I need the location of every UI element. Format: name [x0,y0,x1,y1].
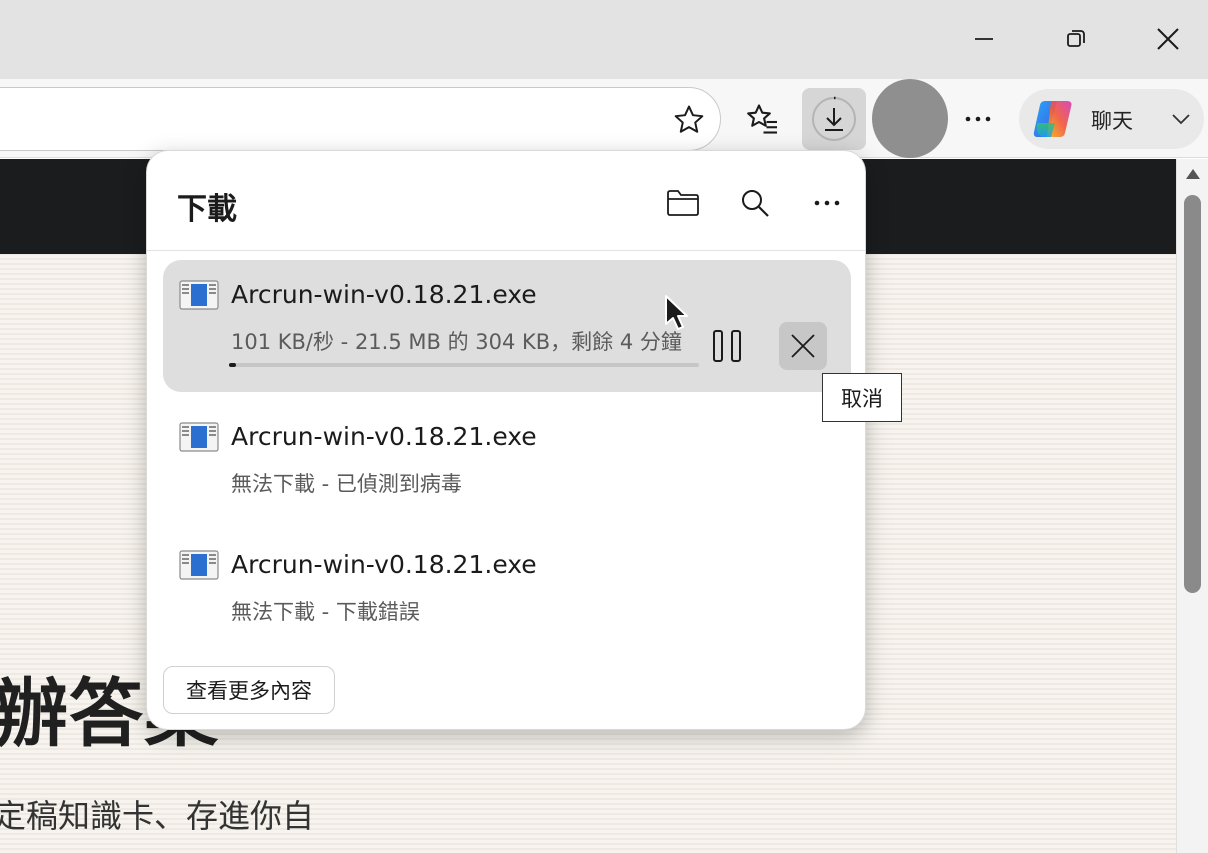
copilot-label: 聊天 [1091,109,1133,133]
star-icon [674,105,704,133]
download-status: 無法下載 - 下載錯誤 [231,600,420,624]
profile-avatar[interactable] [872,79,948,158]
download-file-name[interactable]: Arcrun-win-v0.18.21.exe [231,550,537,579]
favorite-star-button[interactable] [671,102,707,138]
download-file-name[interactable]: Arcrun-win-v0.18.21.exe [231,280,537,309]
search-downloads-button[interactable] [733,181,777,225]
download-file-name[interactable]: Arcrun-win-v0.18.21.exe [231,422,537,451]
copilot-icon [1033,101,1072,137]
more-horizontal-icon [814,200,840,206]
close-window-button[interactable] [1144,16,1192,62]
minimize-button[interactable] [960,16,1008,62]
downloads-more-options-button[interactable] [805,181,849,225]
pause-download-button[interactable] [711,328,745,368]
download-item[interactable]: Arcrun-win-v0.18.21.exe 無法下載 - 已偵測到病毒 [163,402,851,534]
exe-file-icon [179,280,219,310]
pause-icon [713,330,741,362]
chevron-down-icon [1172,114,1190,125]
folder-icon [667,190,699,216]
favorites-button[interactable] [742,99,782,139]
flyout-divider [147,250,865,251]
minimize-icon [975,38,993,40]
download-status: 無法下載 - 已偵測到病毒 [231,472,462,496]
address-bar[interactable] [0,87,721,151]
search-icon [742,190,769,217]
download-item[interactable]: Arcrun-win-v0.18.21.exe 101 KB/秒 - 21.5 … [163,260,851,392]
exe-file-icon [179,550,219,580]
restore-icon [1067,30,1085,47]
page-subtext: 定稿知識卡、存進你自 [0,797,315,835]
settings-more-button[interactable] [958,99,998,139]
open-downloads-folder-button[interactable] [661,181,705,225]
downloads-title: 下載 [177,192,237,227]
exe-file-icon [179,422,219,452]
title-bar [0,0,1208,79]
downloads-button[interactable] [802,88,866,150]
close-icon [1157,28,1179,50]
browser-toolbar: 聊天 [0,79,1208,158]
mouse-cursor-icon [665,295,688,330]
cancel-tooltip: 取消 [822,373,902,422]
scroll-up-arrow-icon[interactable] [1186,169,1200,179]
download-progress-fill [229,363,236,367]
download-progress-bar [229,363,699,367]
page-scrollbar[interactable] [1176,159,1208,853]
see-more-button[interactable]: 查看更多內容 [163,666,335,714]
more-horizontal-icon [965,116,991,122]
close-icon [791,334,815,358]
scroll-thumb[interactable] [1184,195,1201,593]
download-status: 101 KB/秒 - 21.5 MB 的 304 KB，剩餘 4 分鐘 [231,330,682,354]
favorites-list-icon [747,104,777,134]
download-item[interactable]: Arcrun-win-v0.18.21.exe 無法下載 - 下載錯誤 [163,530,851,662]
download-progress-icon [812,96,856,141]
restore-button[interactable] [1052,16,1100,62]
cancel-download-button[interactable] [779,322,827,370]
downloads-flyout: 下載 Arcrun-win-v0.18.21.exe 101 KB/秒 - 21… [146,150,866,730]
copilot-chat-button[interactable]: 聊天 [1019,89,1204,149]
